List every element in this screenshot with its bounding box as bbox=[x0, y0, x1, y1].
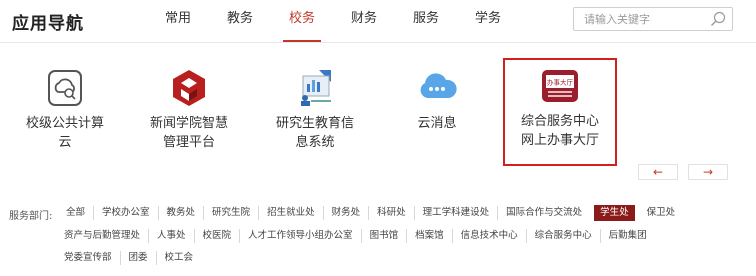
dept-item[interactable]: 党委宣传部 bbox=[58, 251, 121, 265]
app-label-line2: 网上办事大厅 bbox=[520, 133, 599, 148]
dept-item-active[interactable]: 学生处 bbox=[594, 205, 635, 221]
page-title: 应用导航 bbox=[12, 14, 84, 34]
dept-item[interactable]: 团委 bbox=[121, 251, 157, 265]
app-public-computing-cloud[interactable]: 校级公共计算 云 bbox=[10, 62, 120, 152]
dept-item[interactable]: 国际合作与交流处 bbox=[498, 206, 590, 220]
tab-student-affairs[interactable]: 学务 bbox=[463, 0, 513, 42]
graduate-system-icon bbox=[301, 70, 331, 106]
dept-item[interactable]: 研究生院 bbox=[204, 206, 260, 220]
dept-item[interactable]: 综合服务中心 bbox=[527, 229, 601, 243]
service-hall-icon-text: 办事大厅 bbox=[547, 78, 574, 87]
departments-row-2: 资产与后勤管理处 人事处 校医院 人才工作领导小组办公室 图书馆 档案馆 信息技… bbox=[58, 228, 655, 244]
dept-item[interactable]: 档案馆 bbox=[407, 229, 453, 243]
dept-item[interactable]: 财务处 bbox=[324, 206, 370, 220]
prev-page-button[interactable]: ← bbox=[638, 164, 678, 180]
tab-school-affairs[interactable]: 校务 bbox=[277, 0, 327, 42]
dept-item[interactable]: 校医院 bbox=[195, 229, 241, 243]
next-page-button[interactable]: → bbox=[688, 164, 728, 180]
app-label-line2: 管理平台 bbox=[162, 135, 215, 150]
tab-services[interactable]: 服务 bbox=[401, 0, 451, 42]
dept-item[interactable]: 科研处 bbox=[369, 206, 415, 220]
app-news-college-platform[interactable]: 新闻学院智慧 管理平台 bbox=[134, 62, 244, 152]
tab-academic[interactable]: 教务 bbox=[215, 0, 265, 42]
cloud-message-icon bbox=[420, 73, 457, 98]
search-box bbox=[573, 7, 733, 31]
dept-item[interactable]: 人才工作领导小组办公室 bbox=[240, 229, 362, 243]
cloud-computing-icon bbox=[48, 70, 82, 106]
search-input[interactable] bbox=[584, 9, 714, 29]
hexagon-logo-icon bbox=[173, 70, 205, 106]
departments-label: 服务部门: bbox=[9, 211, 53, 222]
dept-item[interactable]: 教务处 bbox=[159, 206, 205, 220]
app-label-line1: 研究生教育信 bbox=[275, 116, 354, 131]
app-label-line2: 息系统 bbox=[295, 135, 335, 150]
departments-row-1: 全部 学校办公室 教务处 研究生院 招生就业处 财务处 科研处 理工学科建设处 … bbox=[58, 205, 683, 221]
search-icon[interactable] bbox=[710, 11, 726, 27]
departments-row-3: 党委宣传部 团委 校工会 bbox=[58, 250, 201, 266]
dept-item[interactable]: 信息技术中心 bbox=[453, 229, 527, 243]
header-divider bbox=[0, 42, 756, 43]
service-hall-icon: 办事大厅 bbox=[542, 70, 578, 102]
dept-item[interactable]: 全部 bbox=[58, 206, 95, 220]
dept-item[interactable]: 图书馆 bbox=[362, 229, 408, 243]
app-cloud-message[interactable]: 云消息 bbox=[382, 62, 492, 133]
tab-common[interactable]: 常用 bbox=[153, 0, 203, 42]
tab-finance[interactable]: 财务 bbox=[339, 0, 389, 42]
app-label-line1: 云消息 bbox=[417, 116, 457, 131]
app-label-line1: 新闻学院智慧 bbox=[149, 116, 228, 131]
nav-tabs: 常用 教务 校务 财务 服务 学务 bbox=[153, 0, 525, 42]
dept-item[interactable]: 人事处 bbox=[149, 229, 195, 243]
dept-item[interactable]: 后勤集团 bbox=[601, 229, 655, 243]
app-label-line1: 综合服务中心 bbox=[520, 114, 599, 129]
dept-item[interactable]: 保卫处 bbox=[639, 206, 684, 220]
dept-item[interactable]: 资产与后勤管理处 bbox=[58, 229, 150, 243]
dept-item[interactable]: 理工学科建设处 bbox=[415, 206, 499, 220]
dept-item[interactable]: 学校办公室 bbox=[94, 206, 159, 220]
dept-item[interactable]: 招生就业处 bbox=[259, 206, 324, 220]
app-label-line1: 校级公共计算 bbox=[25, 116, 104, 131]
app-label-line2: 云 bbox=[58, 135, 72, 150]
app-service-center-online-hall[interactable]: 办事大厅 综合服务中心 网上办事大厅 bbox=[503, 58, 617, 166]
dept-item[interactable]: 校工会 bbox=[157, 251, 202, 265]
app-graduate-education-system[interactable]: 研究生教育信 息系统 bbox=[260, 62, 370, 152]
